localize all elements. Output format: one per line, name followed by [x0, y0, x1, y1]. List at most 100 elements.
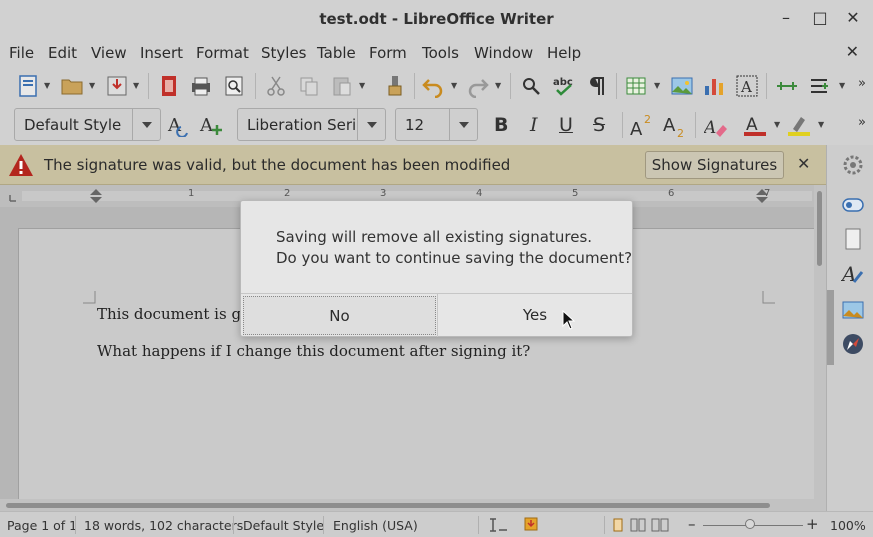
save-icon[interactable]: [105, 74, 129, 98]
paste-icon[interactable]: [330, 74, 354, 98]
single-page-view-icon[interactable]: [612, 518, 624, 532]
toolbar-overflow-icon[interactable]: »: [858, 115, 866, 130]
find-replace-icon[interactable]: [519, 74, 543, 98]
spelling-icon[interactable]: abc: [552, 74, 576, 98]
gear-icon[interactable]: [841, 153, 865, 177]
clone-formatting-icon[interactable]: [383, 74, 407, 98]
separator: [510, 73, 511, 99]
formatting-marks-icon[interactable]: [585, 74, 609, 98]
horizontal-scrollbar[interactable]: [0, 499, 826, 511]
menu-tools[interactable]: Tools: [422, 44, 459, 62]
close-window-button[interactable]: ✕: [843, 8, 863, 28]
menu-help[interactable]: Help: [547, 44, 581, 62]
menu-format[interactable]: Format: [196, 44, 249, 62]
font-color-dropdown-icon[interactable]: ▼: [774, 113, 782, 137]
insert-special-icon[interactable]: [808, 74, 832, 98]
menu-window[interactable]: Window: [474, 44, 533, 62]
print-preview-icon[interactable]: [222, 74, 246, 98]
highlighting-icon[interactable]: [787, 113, 811, 137]
menu-insert[interactable]: Insert: [140, 44, 183, 62]
clear-formatting-icon[interactable]: A: [704, 113, 728, 137]
highlight-dropdown-icon[interactable]: ▼: [818, 113, 826, 137]
scroll-thumb[interactable]: [6, 503, 770, 508]
insert-table-icon[interactable]: [625, 74, 649, 98]
insert-image-icon[interactable]: [670, 74, 694, 98]
styles-icon[interactable]: A: [841, 261, 865, 285]
zoom-slider-thumb[interactable]: [745, 519, 755, 529]
minimize-button[interactable]: –: [776, 8, 796, 28]
underline-icon[interactable]: U: [559, 114, 573, 136]
vertical-scrollbar[interactable]: [814, 185, 826, 499]
svg-text:A: A: [740, 78, 752, 96]
navigator-icon[interactable]: [841, 332, 865, 356]
maximize-button[interactable]: □: [810, 8, 830, 28]
italic-icon[interactable]: I: [530, 114, 538, 136]
open-folder-icon[interactable]: [60, 74, 84, 98]
redo-icon[interactable]: [466, 74, 490, 98]
undo-dropdown-icon[interactable]: ▼: [451, 74, 459, 98]
menu-edit[interactable]: Edit: [48, 44, 77, 62]
yes-button[interactable]: Yes: [437, 294, 632, 337]
menu-file[interactable]: File: [9, 44, 34, 62]
chevron-down-icon[interactable]: [449, 109, 477, 140]
document-modified-icon[interactable]: [524, 517, 538, 531]
paste-dropdown-icon[interactable]: ▼: [359, 74, 367, 98]
update-style-icon[interactable]: A: [167, 113, 191, 137]
word-count-status[interactable]: 18 words, 102 characters: [84, 518, 243, 533]
language-status[interactable]: English (USA): [333, 518, 418, 533]
strikethrough-icon[interactable]: S: [593, 114, 605, 136]
insert-field-icon[interactable]: [775, 74, 799, 98]
page-style-status[interactable]: Default Style: [243, 518, 324, 533]
insert-text-box-icon[interactable]: A: [735, 74, 759, 98]
insert-mode-icon[interactable]: [490, 518, 508, 532]
new-style-icon[interactable]: A: [199, 113, 223, 137]
export-pdf-icon[interactable]: [157, 74, 181, 98]
subscript-icon[interactable]: A2: [663, 113, 687, 137]
scroll-thumb[interactable]: [817, 191, 822, 266]
document-paragraph[interactable]: What happens if I change this document a…: [97, 342, 530, 360]
zoom-out-icon[interactable]: –: [688, 515, 696, 533]
no-button[interactable]: No: [243, 296, 436, 335]
undo-icon[interactable]: [421, 74, 445, 98]
special-dropdown-icon[interactable]: ▼: [839, 74, 847, 98]
print-icon[interactable]: [189, 74, 213, 98]
font-color-icon[interactable]: A: [743, 113, 767, 137]
close-infobar-icon[interactable]: ✕: [797, 154, 810, 173]
gallery-icon[interactable]: [841, 298, 865, 322]
book-view-icon[interactable]: [651, 518, 669, 532]
cut-icon[interactable]: [264, 74, 288, 98]
table-dropdown-icon[interactable]: ▼: [654, 74, 662, 98]
new-document-icon[interactable]: [16, 74, 40, 98]
chevron-down-icon[interactable]: [132, 109, 160, 140]
toolbar-overflow-icon[interactable]: »: [858, 76, 866, 91]
font-name-select[interactable]: Liberation Seri: [237, 108, 386, 141]
close-document-icon[interactable]: ✕: [846, 42, 859, 61]
zoom-in-icon[interactable]: +: [806, 515, 819, 533]
menu-view[interactable]: View: [91, 44, 127, 62]
superscript-icon[interactable]: A2: [630, 113, 654, 137]
separator: [233, 516, 234, 534]
menu-form[interactable]: Form: [369, 44, 407, 62]
chevron-down-icon[interactable]: [357, 109, 385, 140]
page-icon[interactable]: [841, 227, 865, 251]
page-number-status[interactable]: Page 1 of 1: [7, 518, 77, 533]
multi-page-view-icon[interactable]: [630, 518, 646, 532]
show-signatures-button[interactable]: Show Signatures: [645, 151, 784, 179]
menu-styles[interactable]: Styles: [261, 44, 307, 62]
bold-icon[interactable]: B: [494, 114, 508, 136]
save-dropdown-icon[interactable]: ▼: [133, 74, 141, 98]
separator: [478, 516, 479, 534]
menu-table[interactable]: Table: [317, 44, 356, 62]
separator: [604, 516, 605, 534]
insert-chart-icon[interactable]: [702, 74, 726, 98]
svg-text:A: A: [199, 115, 214, 136]
font-size-select[interactable]: 12: [395, 108, 478, 141]
properties-icon[interactable]: [841, 193, 865, 217]
sidebar-collapse-handle[interactable]: [827, 290, 834, 365]
new-dropdown-icon[interactable]: ▼: [44, 74, 52, 98]
redo-dropdown-icon[interactable]: ▼: [495, 74, 503, 98]
zoom-level-status[interactable]: 100%: [830, 518, 866, 533]
open-dropdown-icon[interactable]: ▼: [89, 74, 97, 98]
paragraph-style-select[interactable]: Default Style: [14, 108, 161, 141]
copy-icon[interactable]: [297, 74, 321, 98]
